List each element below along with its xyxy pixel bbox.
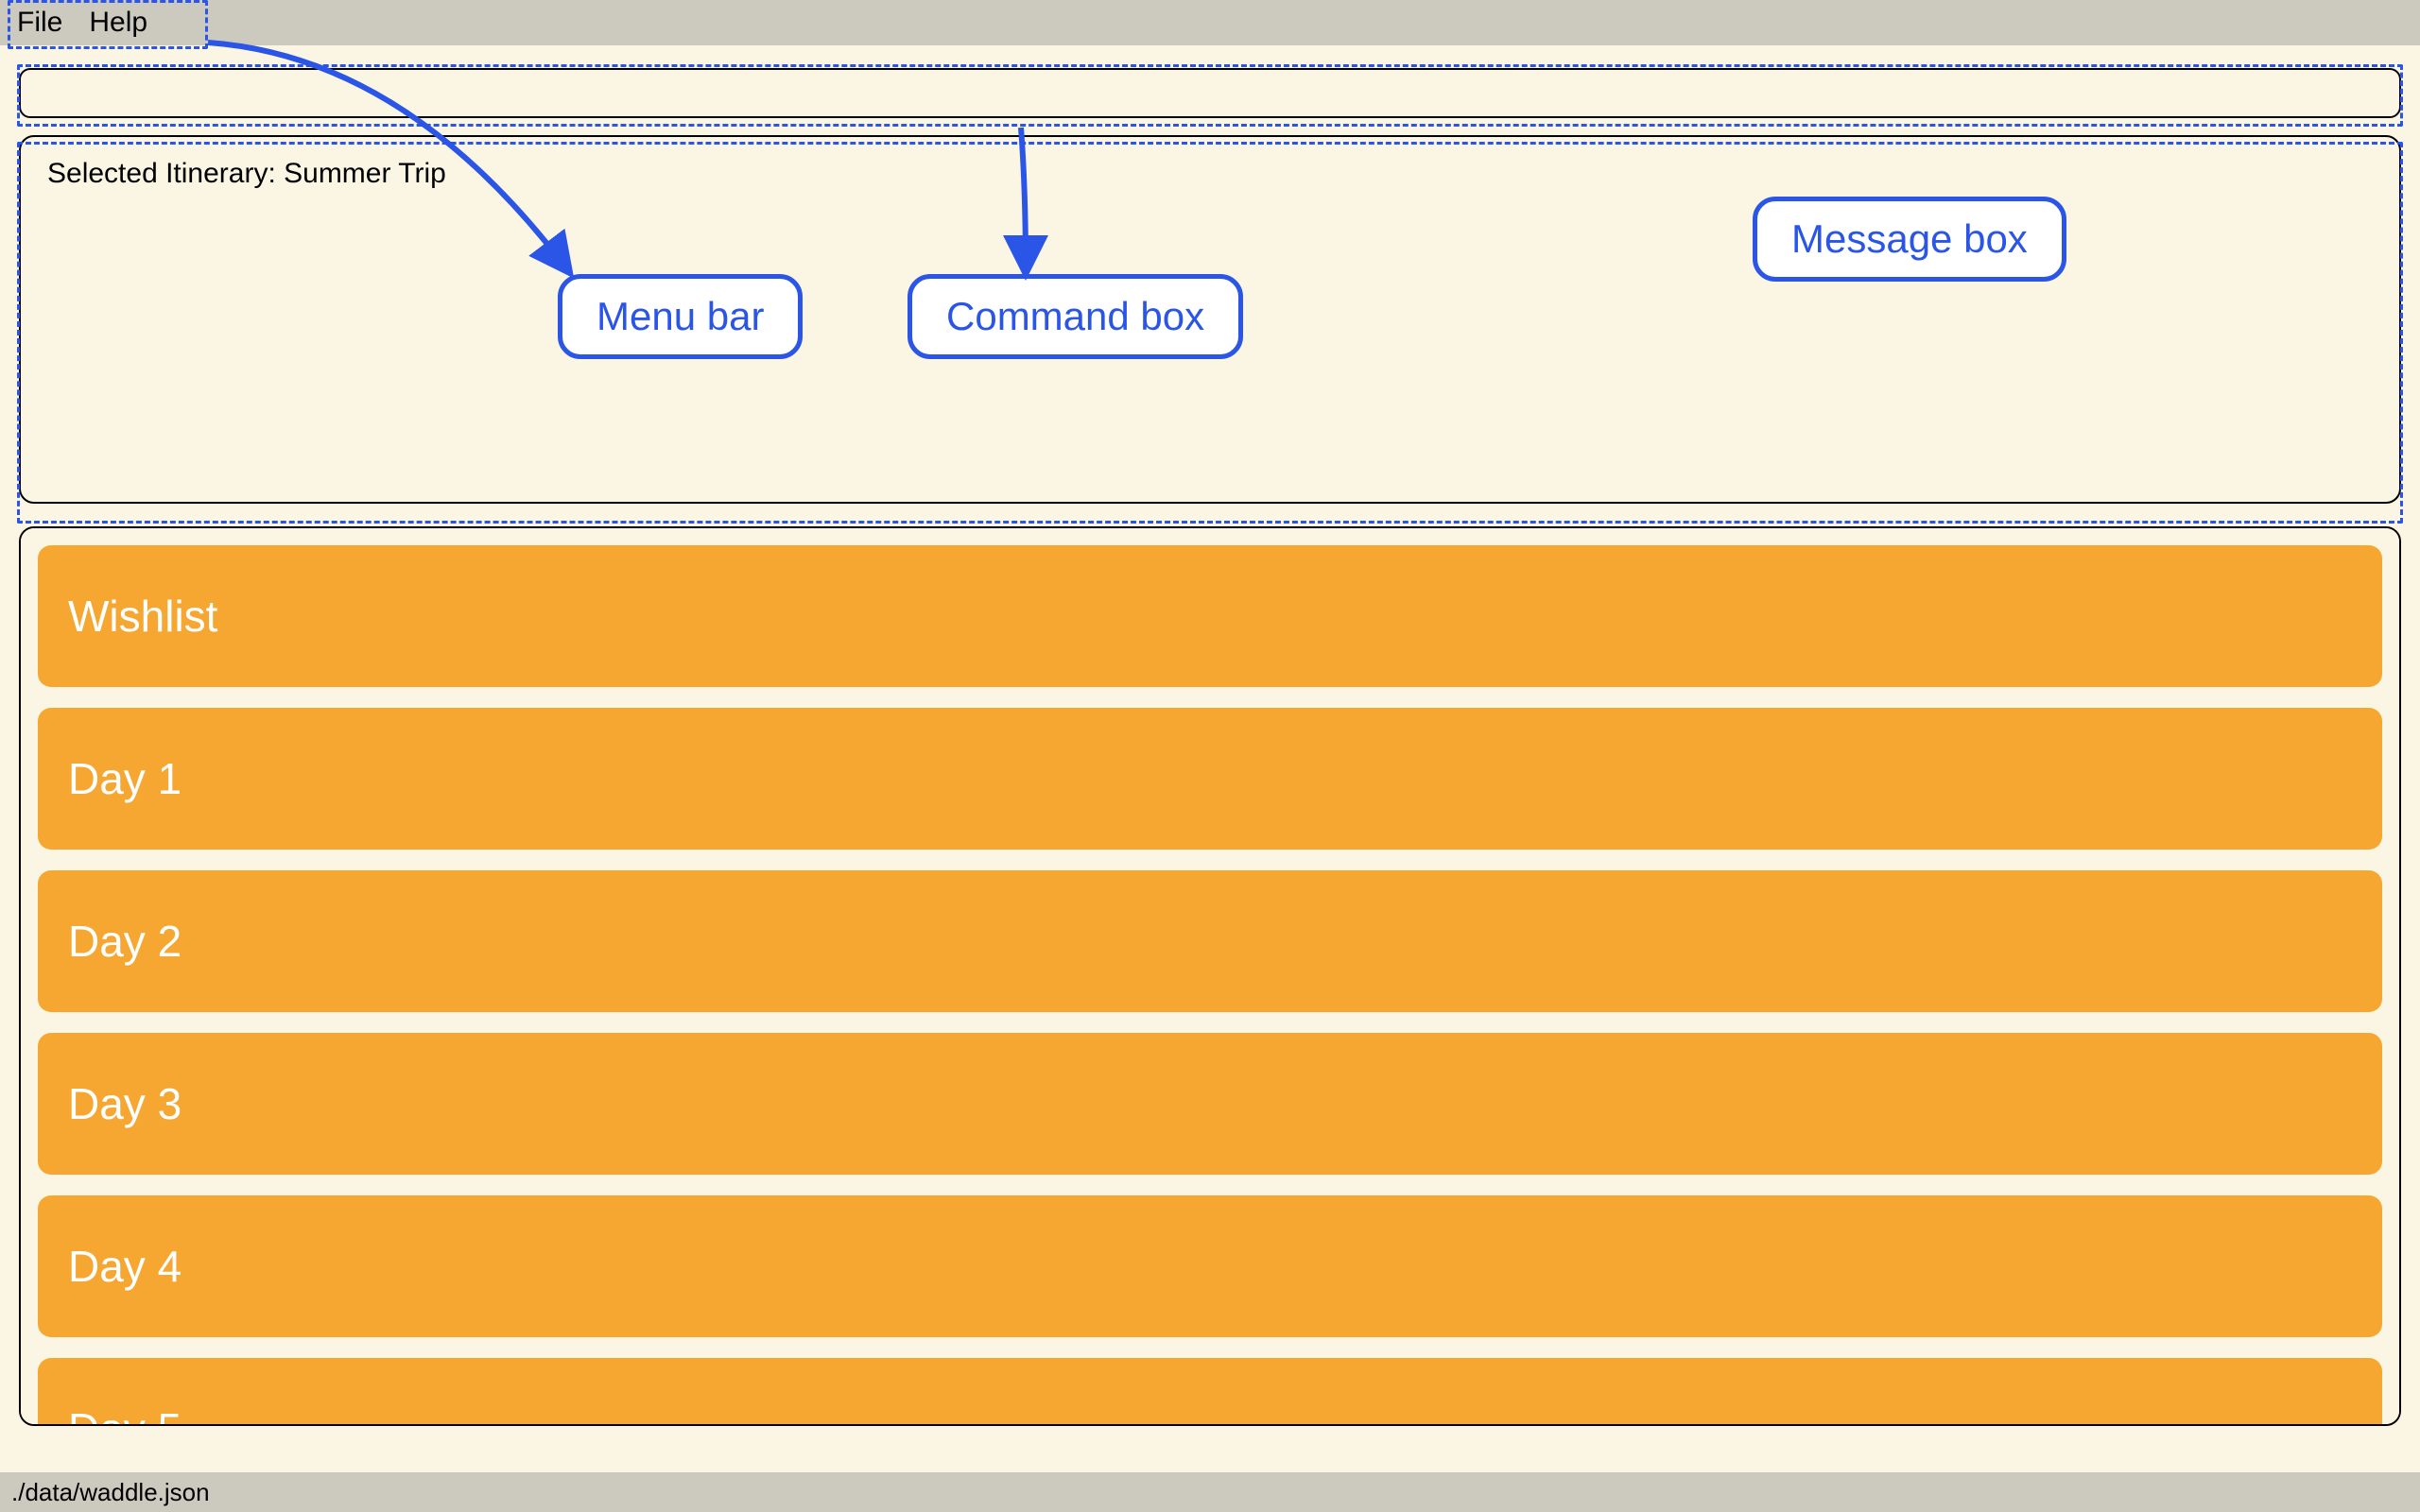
status-bar: ./data/waddle.json: [0, 1472, 2420, 1512]
day-row[interactable]: Day 5: [38, 1358, 2382, 1426]
day-row[interactable]: Day 3: [38, 1033, 2382, 1175]
callout-menu-bar: Menu bar: [558, 274, 803, 359]
day-row[interactable]: Day 2: [38, 870, 2382, 1012]
wishlist-row[interactable]: Wishlist: [38, 545, 2382, 687]
menu-file[interactable]: File: [17, 7, 62, 39]
day-row[interactable]: Day 1: [38, 708, 2382, 850]
menu-bar: File Help: [0, 0, 2420, 45]
selected-itinerary-label: Selected Itinerary: Summer Trip: [47, 158, 2373, 190]
menu-help[interactable]: Help: [89, 7, 147, 39]
day-row[interactable]: Day 4: [38, 1195, 2382, 1337]
callout-command-box: Command box: [908, 274, 1243, 359]
callout-message-box: Message box: [1753, 197, 2066, 282]
status-path: ./data/waddle.json: [11, 1478, 210, 1507]
itinerary-panel[interactable]: Wishlist Day 1 Day 2 Day 3 Day 4 Day 5: [19, 526, 2401, 1426]
command-box[interactable]: [19, 68, 2401, 118]
